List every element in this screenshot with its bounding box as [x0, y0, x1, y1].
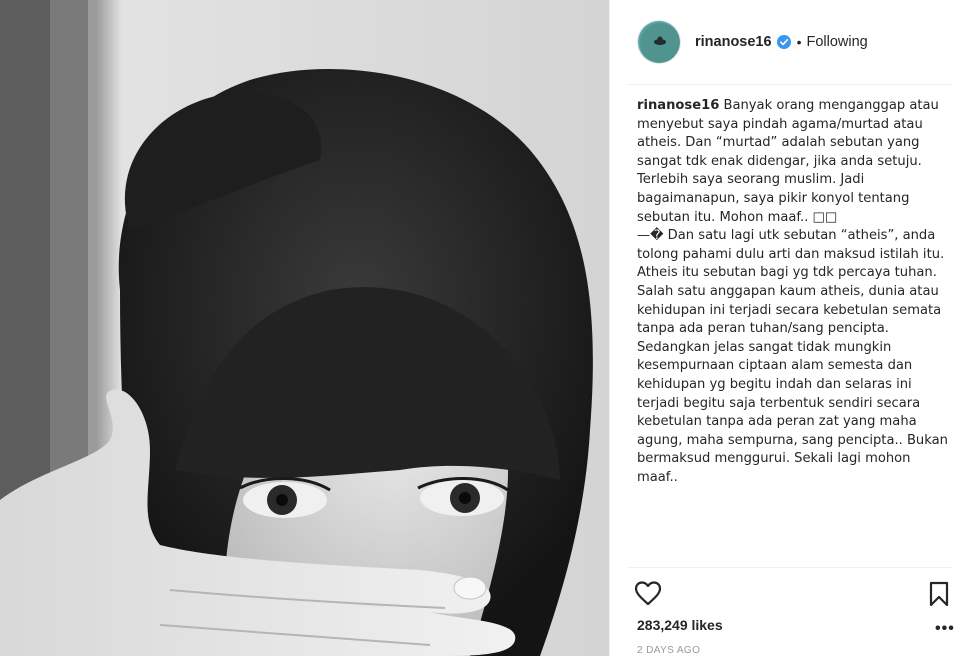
- caption: rinanose16 Banyak orang menganggap atau …: [637, 97, 955, 487]
- separator-dot: •: [796, 34, 802, 50]
- header-username[interactable]: rinanose16: [695, 34, 772, 50]
- caption-text: Banyak orang menganggap atau menyebut sa…: [637, 98, 948, 485]
- bookmark-icon[interactable]: [928, 581, 950, 607]
- following-button[interactable]: Following: [806, 34, 867, 50]
- portrait-image: [0, 0, 609, 656]
- post-photo[interactable]: [0, 0, 609, 656]
- post-details-panel: rinanose16 • Following rinanose16 Banyak…: [609, 0, 962, 656]
- post-header: rinanose16 • Following: [610, 0, 962, 84]
- likes-count[interactable]: 283,249 likes: [637, 617, 723, 633]
- heart-icon[interactable]: [634, 580, 662, 606]
- caption-username[interactable]: rinanose16: [637, 98, 719, 113]
- verified-badge-icon: [776, 35, 791, 49]
- more-options-button[interactable]: •••: [935, 621, 955, 637]
- avatar[interactable]: [637, 20, 681, 64]
- header-divider: [628, 84, 952, 85]
- post-date[interactable]: 2 DAYS AGO: [637, 645, 700, 656]
- actions-divider: [628, 567, 952, 568]
- avatar-image: [638, 21, 680, 63]
